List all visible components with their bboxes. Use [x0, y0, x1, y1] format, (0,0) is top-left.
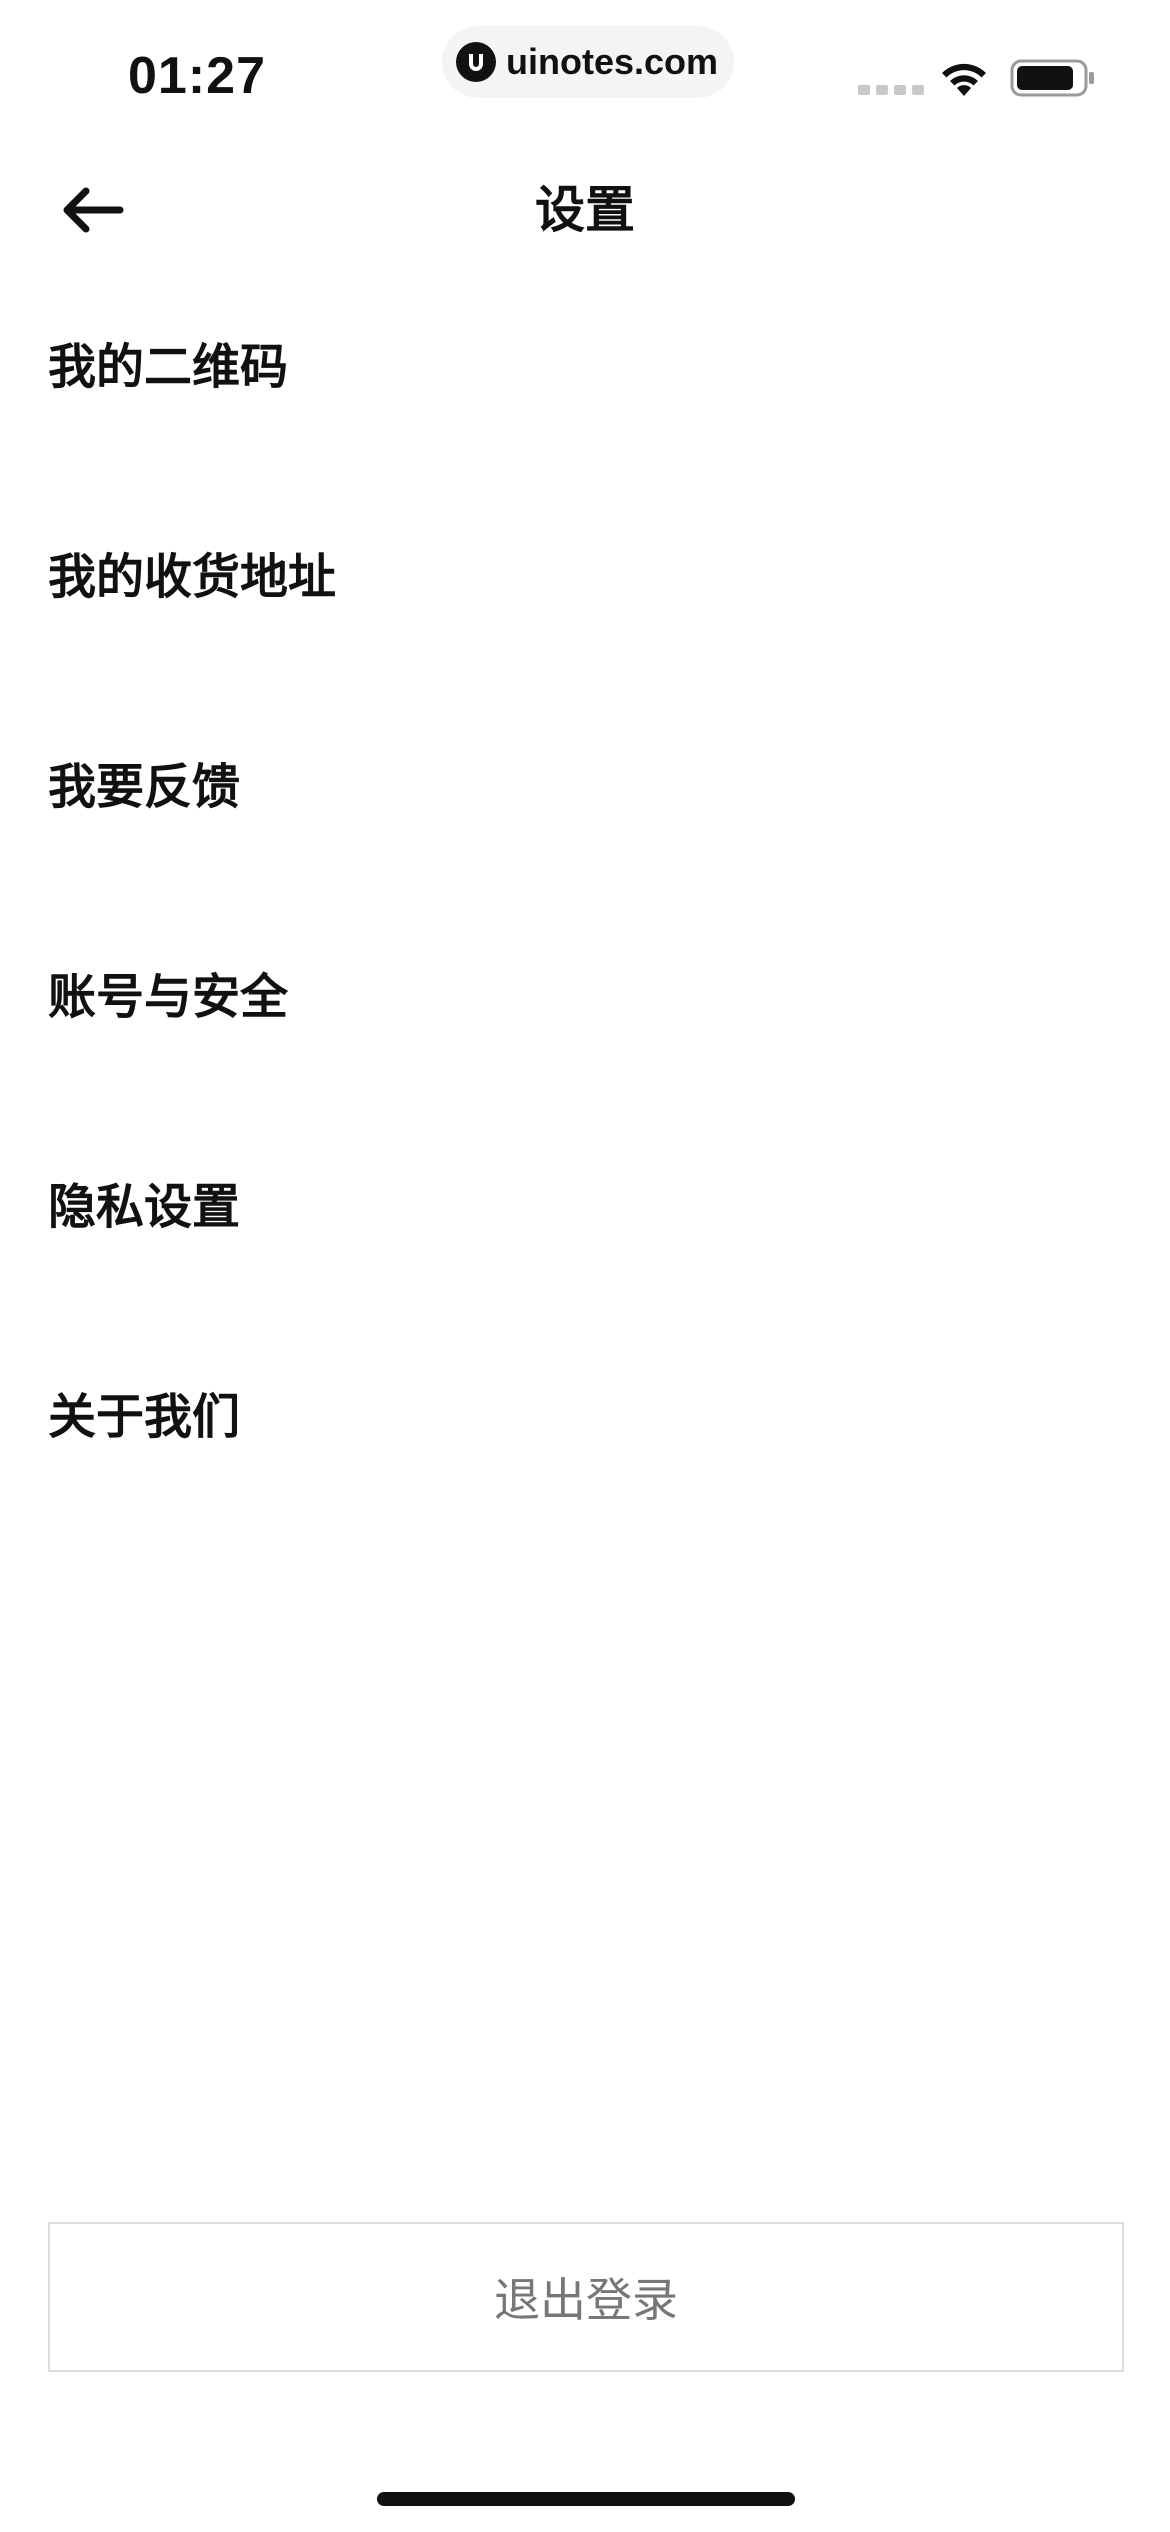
menu-item-account-security[interactable]: 账号与安全 [0, 957, 1170, 1167]
home-indicator[interactable] [377, 2492, 795, 2506]
settings-menu-list: 我的二维码 我的收货地址 我要反馈 账号与安全 隐私设置 关于我们 [0, 327, 1170, 1587]
menu-item-shipping-address[interactable]: 我的收货地址 [0, 537, 1170, 747]
settings-screen: 01:27 uinotes.com 设置 我的二维码 我的收货地址 我要反馈 账… [0, 0, 1170, 2532]
back-button[interactable] [52, 170, 132, 250]
url-pill[interactable]: uinotes.com [442, 26, 734, 98]
navigation-bar: 设置 [0, 150, 1170, 270]
logout-button[interactable]: 退出登录 [48, 2222, 1124, 2372]
battery-icon [1010, 59, 1094, 97]
menu-item-feedback[interactable]: 我要反馈 [0, 747, 1170, 957]
status-time: 01:27 [128, 47, 266, 105]
menu-item-about-us[interactable]: 关于我们 [0, 1377, 1170, 1587]
menu-item-privacy-settings[interactable]: 隐私设置 [0, 1167, 1170, 1377]
status-bar: 01:27 uinotes.com [0, 0, 1170, 130]
url-text: uinotes.com [506, 41, 719, 82]
cellular-signal-icon [858, 85, 924, 95]
page-title: 设置 [535, 181, 635, 239]
menu-item-my-qrcode[interactable]: 我的二维码 [0, 327, 1170, 537]
wifi-icon [942, 63, 986, 96]
arrow-left-icon [63, 187, 124, 233]
uinotes-logo-icon [456, 42, 496, 82]
